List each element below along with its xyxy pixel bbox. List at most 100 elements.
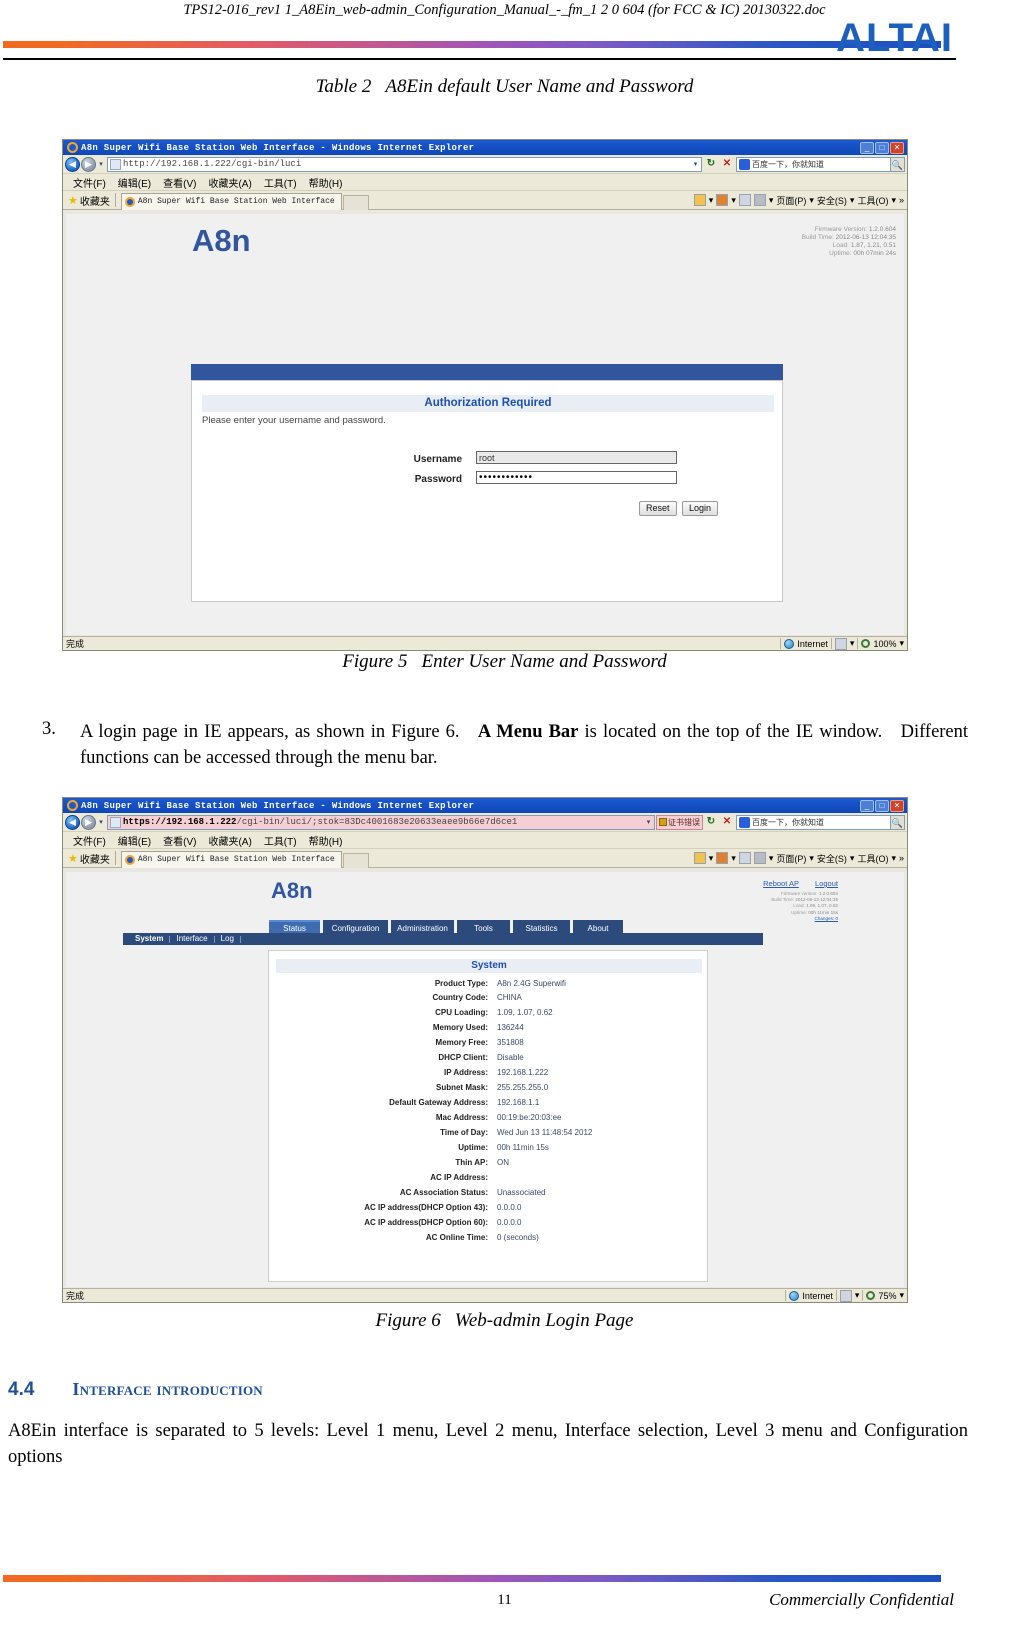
window-controls[interactable]: _ □ ✕ [860, 141, 905, 154]
password-input[interactable]: •••••••••••• [476, 471, 677, 484]
reset-button[interactable]: Reset [639, 501, 677, 516]
safety-chevron-down-icon[interactable]: ▾ [850, 195, 855, 206]
tools-chevron-down-icon[interactable]: ▾ [891, 195, 896, 206]
stop-icon[interactable]: ✕ [720, 157, 734, 171]
certificate-error-badge[interactable]: 证书错误 [656, 814, 703, 830]
level2-menu-bar[interactable]: System Interface Log [123, 933, 763, 945]
home-icon[interactable] [693, 194, 706, 206]
command-item-tools-2[interactable]: 工具(O) [857, 852, 888, 865]
command-overflow-icon[interactable]: » [899, 195, 904, 205]
browser-tab-2[interactable]: A8n Super Wifi Base Station Web Interfac… [120, 850, 342, 868]
subtab-interface[interactable]: Interface [170, 934, 213, 944]
print-icon[interactable] [753, 194, 766, 206]
protected-chevron-down-icon-2[interactable]: ▾ [855, 1290, 860, 1301]
read-mail-icon-2[interactable] [738, 852, 751, 864]
favorites-label-2[interactable]: 收藏夹 [80, 851, 110, 866]
forward-arrow-icon-2[interactable]: ▶ [81, 814, 96, 830]
menu-item-favorites-2[interactable]: 收藏夹(A) [208, 833, 251, 848]
back-arrow-icon[interactable]: ◀ [65, 156, 80, 172]
maximize-button-2[interactable]: □ [875, 799, 889, 812]
logout-link[interactable]: Logout [815, 879, 838, 888]
zoom-chevron-down-icon-2[interactable]: ▾ [899, 1290, 904, 1301]
maximize-button[interactable]: □ [875, 141, 889, 154]
close-button[interactable]: ✕ [890, 141, 904, 154]
command-item-tools[interactable]: 工具(O) [857, 194, 888, 207]
table-row: Memory Free: 351808 [269, 1038, 707, 1053]
zoom-chevron-down-icon[interactable]: ▾ [899, 638, 904, 649]
menu-item-view-2[interactable]: 查看(V) [163, 833, 196, 848]
minimize-button[interactable]: _ [860, 141, 874, 154]
favorites-label[interactable]: 收藏夹 [80, 193, 110, 208]
search-input-2[interactable]: 百度一下，你就知道 [736, 814, 891, 830]
menu-bar-2[interactable]: 文件(F) 编辑(E) 查看(V) 收藏夹(A) 工具(T) 帮助(H) [63, 832, 907, 849]
changes-link[interactable]: Changes: 0 [771, 916, 839, 922]
address-chevron-down-icon-2[interactable]: ▾ [643, 818, 654, 826]
menu-item-help[interactable]: 帮助(H) [309, 175, 343, 190]
address-bar-2[interactable]: https://192.168.1.222/cgi-bin/luci/;stok… [107, 814, 655, 830]
search-input[interactable]: 百度一下，你就知道 [736, 156, 891, 172]
command-item-safety-2[interactable]: 安全(S) [817, 852, 847, 865]
rss-feed-icon-2[interactable] [716, 852, 729, 864]
menu-item-file-2[interactable]: 文件(F) [73, 833, 106, 848]
rss-feed-icon[interactable] [716, 194, 729, 206]
subtab-log[interactable]: Log [215, 934, 240, 944]
close-button-2[interactable]: ✕ [890, 799, 904, 812]
home-icon-2[interactable] [693, 852, 706, 864]
address-path: /cgi-bin/luci/;stok=83Dc4001683e20633eae… [236, 817, 518, 827]
print-icon-2[interactable] [753, 852, 766, 864]
menu-item-tools-2[interactable]: 工具(T) [264, 833, 297, 848]
protected-chevron-down-icon[interactable]: ▾ [850, 638, 855, 649]
new-tab-button-2[interactable] [342, 852, 369, 868]
refresh-icon[interactable]: ↻ [704, 157, 718, 171]
home-chevron-down-icon-2[interactable]: ▾ [709, 853, 714, 864]
menu-item-help-2[interactable]: 帮助(H) [309, 833, 343, 848]
print-chevron-down-icon[interactable]: ▾ [769, 195, 774, 206]
menu-item-file[interactable]: 文件(F) [73, 175, 106, 190]
stop-icon-2[interactable]: ✕ [720, 815, 734, 829]
window-controls-2[interactable]: _ □ ✕ [860, 799, 905, 812]
username-input[interactable]: root [476, 451, 677, 464]
back-arrow-icon-2[interactable]: ◀ [65, 814, 80, 830]
browser-window-figure6[interactable]: A8n Super Wifi Base Station Web Interfac… [62, 797, 908, 1303]
menu-item-edit[interactable]: 编辑(E) [118, 175, 151, 190]
command-item-page-2[interactable]: 页面(P) [776, 852, 806, 865]
feed-chevron-down-icon-2: ▾ [731, 852, 736, 863]
login-button[interactable]: Login [682, 501, 719, 516]
home-chevron-down-icon[interactable]: ▾ [709, 195, 714, 206]
new-tab-button[interactable] [342, 194, 369, 210]
search-go-button[interactable]: 🔍 [891, 156, 905, 172]
reboot-ap-link[interactable]: Reboot AP [763, 879, 799, 888]
browser-window-figure5[interactable]: A8n Super Wifi Base Station Web Interfac… [62, 139, 908, 651]
tools-chevron-down-icon-2[interactable]: ▾ [891, 853, 896, 864]
favorites-and-tabs-bar-2[interactable]: ★ 收藏夹 A8n Super Wifi Base Station Web In… [63, 849, 907, 868]
page-chevron-down-icon[interactable]: ▾ [809, 195, 814, 206]
history-chevron-down-icon[interactable]: ▾ [96, 160, 106, 168]
menu-item-view[interactable]: 查看(V) [163, 175, 196, 190]
favorites-and-tabs-bar[interactable]: ★ 收藏夹 A8n Super Wifi Base Station Web In… [63, 191, 907, 210]
minimize-button-2[interactable]: _ [860, 799, 874, 812]
menu-item-tools[interactable]: 工具(T) [264, 175, 297, 190]
safety-chevron-down-icon-2[interactable]: ▾ [850, 853, 855, 864]
search-go-button-2[interactable]: 🔍 [891, 814, 905, 830]
command-overflow-icon-2[interactable]: » [899, 853, 904, 863]
print-chevron-down-icon-2[interactable]: ▾ [769, 853, 774, 864]
browser-tab[interactable]: A8n Super Wifi Base Station Web Interfac… [120, 192, 342, 210]
command-bar-2[interactable]: ▾ ▾ ▾ 页面(P) ▾ 安全(S) ▾ 工具(O) ▾ » [693, 852, 907, 865]
command-item-safety[interactable]: 安全(S) [817, 194, 847, 207]
command-item-page[interactable]: 页面(P) [776, 194, 806, 207]
address-bar[interactable]: http://192.168.1.222/cgi-bin/luci ▾ [107, 156, 702, 172]
menu-item-edit-2[interactable]: 编辑(E) [118, 833, 151, 848]
zoom-level[interactable]: 100% [873, 639, 896, 649]
menu-bar[interactable]: 文件(F) 编辑(E) 查看(V) 收藏夹(A) 工具(T) 帮助(H) [63, 174, 907, 191]
subtab-system[interactable]: System [129, 934, 169, 944]
top-right-links[interactable]: Reboot AP Logout [763, 879, 838, 888]
address-chevron-down-icon[interactable]: ▾ [690, 160, 701, 168]
history-chevron-down-icon-2[interactable]: ▾ [96, 818, 106, 826]
menu-item-favorites[interactable]: 收藏夹(A) [208, 175, 251, 190]
page-chevron-down-icon-2[interactable]: ▾ [809, 853, 814, 864]
zoom-level-2[interactable]: 75% [878, 1291, 896, 1301]
read-mail-icon[interactable] [738, 194, 751, 206]
refresh-icon-2[interactable]: ↻ [704, 815, 718, 829]
command-bar[interactable]: ▾ ▾ ▾ 页面(P) ▾ 安全(S) ▾ 工具(O) ▾ » [693, 194, 907, 207]
forward-arrow-icon[interactable]: ▶ [81, 156, 96, 172]
